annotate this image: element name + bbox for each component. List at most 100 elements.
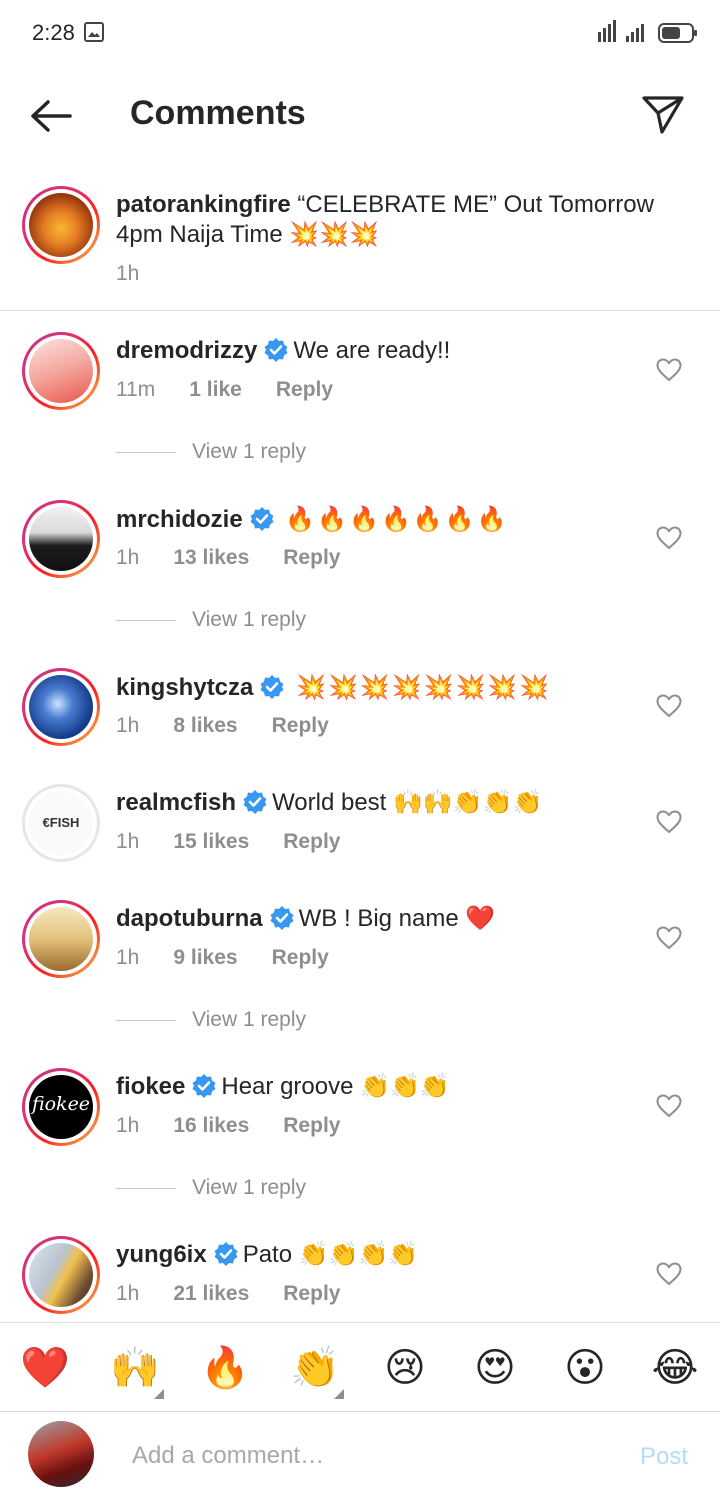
comment-text: 💥💥💥💥💥💥💥💥: [296, 673, 552, 701]
comment-likes[interactable]: 13 likes: [173, 546, 249, 569]
comment-time: 11m: [116, 378, 156, 401]
like-heart-icon[interactable]: [656, 810, 682, 834]
comment-username[interactable]: dremodrizzy: [116, 337, 257, 364]
comment-likes[interactable]: 21 likes: [173, 1282, 249, 1305]
reaction-fire-emoji[interactable]: 🔥: [198, 1341, 252, 1395]
comment-meta: 1h 16 likes Reply: [116, 1114, 374, 1138]
comment-username[interactable]: mrchidozie: [116, 506, 243, 533]
reply-button[interactable]: Reply: [272, 946, 329, 969]
comment-likes[interactable]: 15 likes: [173, 830, 249, 853]
reaction-heart-emoji[interactable]: ❤️: [18, 1341, 72, 1395]
comment-text: World best 🙌🙌👏👏👏: [272, 789, 543, 816]
comment-text-block: fiokee Hear groove 👏👏👏: [116, 1072, 680, 1102]
comment-username[interactable]: realmcfish: [116, 789, 236, 816]
comment-meta: 11m 1 like Reply: [116, 378, 367, 402]
signal-icon: [598, 20, 644, 42]
commenter-avatar[interactable]: [22, 500, 100, 578]
add-comment-input[interactable]: [130, 1437, 594, 1475]
like-heart-icon[interactable]: [656, 526, 682, 550]
comment-likes[interactable]: 1 like: [189, 378, 242, 401]
post-caption: patorankingfire “CELEBRATE ME” Out Tomor…: [0, 180, 720, 311]
battery-icon: [658, 23, 697, 43]
comment-likes[interactable]: 9 likes: [173, 946, 237, 969]
comment-text-block: kingshytcza 💥💥💥💥💥💥💥💥: [116, 672, 680, 703]
verified-badge-icon: [192, 1074, 216, 1098]
comment-username[interactable]: kingshytcza: [116, 674, 253, 701]
comment-text: WB ! Big name ❤️: [298, 905, 496, 932]
view-replies-link[interactable]: View 1 reply: [116, 1008, 306, 1032]
view-replies-link[interactable]: View 1 reply: [116, 608, 306, 632]
comment-time: 1h: [116, 1282, 140, 1305]
reaction-heart-eyes-emoji[interactable]: 😍: [468, 1341, 522, 1395]
commenter-avatar[interactable]: €FISH: [22, 784, 100, 862]
comment-username[interactable]: fiokee: [116, 1073, 185, 1100]
verified-badge-icon: [264, 338, 288, 362]
direct-send-icon[interactable]: [640, 94, 686, 136]
comment-likes[interactable]: 16 likes: [173, 1114, 249, 1137]
comment-username[interactable]: yung6ix: [116, 1241, 207, 1268]
comment-text: 🔥🔥🔥🔥🔥🔥🔥: [285, 505, 509, 533]
comment-meta: 1h 9 likes Reply: [116, 946, 363, 970]
post-button[interactable]: Post: [640, 1443, 688, 1471]
reply-button[interactable]: Reply: [283, 1282, 340, 1305]
comment-time: 1h: [116, 546, 140, 569]
reaction-raising-hands-emoji[interactable]: 🙌: [108, 1341, 164, 1399]
back-arrow-icon[interactable]: [28, 96, 74, 136]
comment-text-block: dremodrizzy We are ready!!: [116, 336, 680, 366]
verified-badge-icon: [260, 675, 284, 699]
current-user-avatar: [28, 1421, 94, 1487]
reply-button[interactable]: Reply: [283, 830, 340, 853]
reaction-surprised-emoji[interactable]: 😮: [558, 1341, 612, 1395]
quick-reactions-bar: ❤️ 🙌 🔥 👏 😢 😍 😮 😂: [0, 1322, 720, 1412]
comment-text-block: realmcfish World best 🙌🙌👏👏👏: [116, 788, 680, 818]
comment-username[interactable]: dapotuburna: [116, 905, 263, 932]
comment-text: Pato 👏👏👏👏: [242, 1241, 419, 1268]
comment-composer: Post: [0, 1411, 720, 1500]
comment-text: Hear groove 👏👏👏: [221, 1073, 450, 1100]
like-heart-icon[interactable]: [656, 1262, 682, 1286]
comment-text: We are ready!!: [293, 337, 451, 364]
caption-username[interactable]: patorankingfire: [116, 191, 291, 218]
like-heart-icon[interactable]: [656, 358, 682, 382]
view-replies-link[interactable]: View 1 reply: [116, 440, 306, 464]
comment-time: 1h: [116, 830, 140, 853]
avatar-logo-text: €FISH: [29, 791, 93, 855]
status-time: 2:28: [32, 20, 75, 45]
status-bar: 2:28: [0, 0, 720, 66]
reply-button[interactable]: Reply: [276, 378, 333, 401]
like-heart-icon[interactable]: [656, 694, 682, 718]
comment-text-block: mrchidozie 🔥🔥🔥🔥🔥🔥🔥: [116, 504, 680, 535]
caption-text-block: patorankingfire “CELEBRATE ME” Out Tomor…: [116, 190, 680, 250]
comment-text-block: yung6ix Pato 👏👏👏👏: [116, 1240, 680, 1270]
reply-button[interactable]: Reply: [272, 714, 329, 737]
commenter-avatar[interactable]: [22, 668, 100, 746]
like-heart-icon[interactable]: [656, 926, 682, 950]
comment-meta: 1h 21 likes Reply: [116, 1282, 374, 1306]
reaction-crying-emoji[interactable]: 😢: [378, 1341, 432, 1395]
comment-time: 1h: [116, 946, 140, 969]
reaction-clapping-emoji[interactable]: 👏: [288, 1341, 344, 1399]
like-heart-icon[interactable]: [656, 1094, 682, 1118]
comment-time: 1h: [116, 714, 140, 737]
caption-time: 1h: [116, 262, 140, 285]
verified-badge-icon: [243, 790, 267, 814]
comment-time: 1h: [116, 1114, 140, 1137]
reaction-laughing-emoji[interactable]: 😂: [648, 1341, 702, 1395]
view-replies-link[interactable]: View 1 reply: [116, 1176, 306, 1200]
reply-button[interactable]: Reply: [283, 546, 340, 569]
comment-likes[interactable]: 8 likes: [173, 714, 237, 737]
comment-meta: 1h 8 likes Reply: [116, 714, 363, 738]
comment-meta: 1h 15 likes Reply: [116, 830, 374, 854]
verified-badge-icon: [250, 507, 274, 531]
commenter-avatar[interactable]: [22, 332, 100, 410]
caption-avatar[interactable]: [22, 186, 100, 264]
comment-meta: 1h 13 likes Reply: [116, 546, 374, 570]
reply-button[interactable]: Reply: [283, 1114, 340, 1137]
commenter-avatar[interactable]: [22, 900, 100, 978]
verified-badge-icon: [270, 906, 294, 930]
comment-text-block: dapotuburna WB ! Big name ❤️: [116, 904, 680, 934]
avatar-logo-text: fiokee: [29, 1075, 93, 1139]
commenter-avatar[interactable]: [22, 1236, 100, 1314]
commenter-avatar[interactable]: fiokee: [22, 1068, 100, 1146]
gallery-notification-icon: [84, 22, 104, 42]
